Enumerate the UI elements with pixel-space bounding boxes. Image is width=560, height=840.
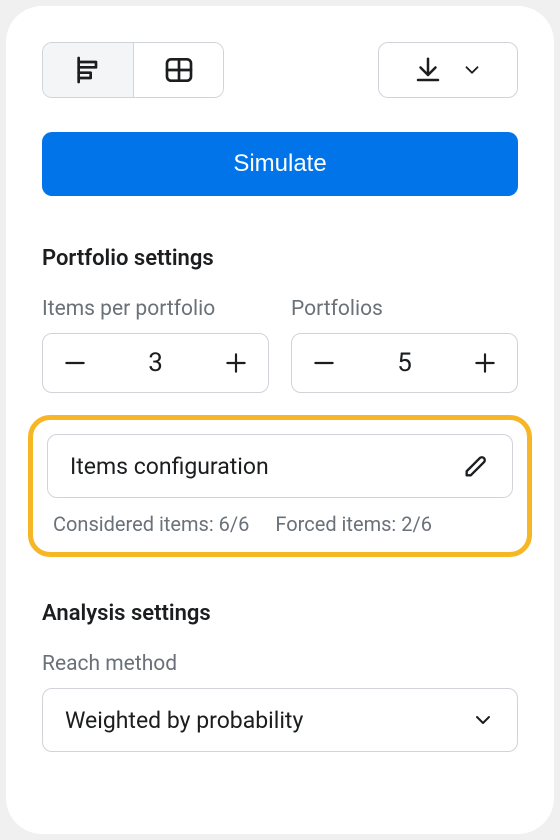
- analysis-settings-title: Analysis settings: [42, 601, 518, 626]
- items-configuration-label: Items configuration: [70, 453, 269, 480]
- items-increment-button[interactable]: [222, 349, 250, 377]
- view-toggle: [42, 42, 224, 98]
- items-configuration-button[interactable]: Items configuration: [47, 434, 513, 498]
- settings-panel: Simulate Portfolio settings Items per po…: [6, 6, 554, 834]
- items-per-portfolio-label: Items per portfolio: [42, 297, 269, 321]
- minus-icon: [62, 350, 88, 376]
- bar-chart-icon: [72, 54, 104, 86]
- portfolios-value: 5: [397, 348, 412, 378]
- items-per-portfolio-value: 3: [148, 348, 163, 378]
- forced-items-text: Forced items: 2/6: [275, 512, 432, 536]
- portfolios-field: Portfolios 5: [291, 297, 518, 393]
- portfolios-label: Portfolios: [291, 297, 518, 321]
- chevron-down-icon: [461, 59, 483, 81]
- considered-items-text: Considered items: 6/6: [53, 512, 249, 536]
- items-configuration-meta: Considered items: 6/6 Forced items: 2/6: [47, 512, 513, 536]
- items-decrement-button[interactable]: [61, 349, 89, 377]
- items-configuration-highlight: Items configuration Considered items: 6/…: [28, 415, 532, 557]
- portfolios-decrement-button[interactable]: [310, 349, 338, 377]
- reach-method-select[interactable]: Weighted by probability: [42, 688, 518, 752]
- plus-icon: [223, 350, 249, 376]
- reach-method-label: Reach method: [42, 652, 518, 676]
- view-toggle-table[interactable]: [133, 43, 223, 97]
- portfolios-increment-button[interactable]: [471, 349, 499, 377]
- items-per-portfolio-field: Items per portfolio 3: [42, 297, 269, 393]
- portfolio-settings-title: Portfolio settings: [42, 246, 518, 271]
- simulate-button[interactable]: Simulate: [42, 132, 518, 196]
- items-per-portfolio-stepper: 3: [42, 333, 269, 393]
- top-toolbar: [42, 42, 518, 98]
- portfolio-fields: Items per portfolio 3 Portfolios: [42, 297, 518, 393]
- minus-icon: [311, 350, 337, 376]
- table-icon: [163, 54, 195, 86]
- portfolios-stepper: 5: [291, 333, 518, 393]
- reach-method-value: Weighted by probability: [65, 707, 303, 734]
- view-toggle-chart[interactable]: [43, 43, 133, 97]
- pencil-icon: [462, 452, 490, 480]
- download-icon: [413, 55, 443, 85]
- download-button[interactable]: [378, 42, 518, 98]
- chevron-down-icon: [471, 708, 495, 732]
- plus-icon: [472, 350, 498, 376]
